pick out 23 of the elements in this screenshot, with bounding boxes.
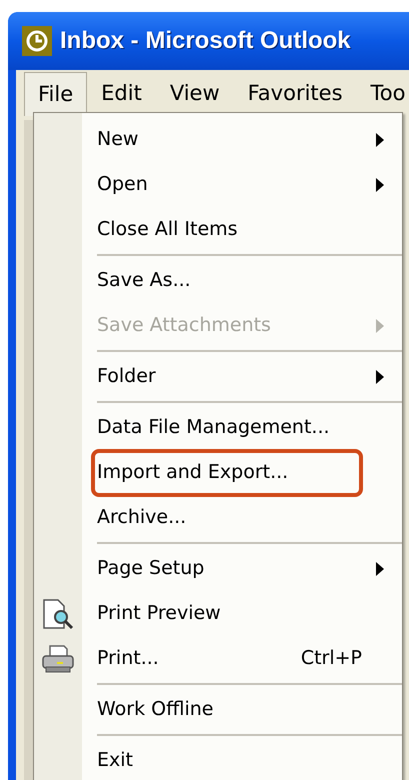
printer-icon bbox=[41, 644, 75, 674]
menu-item[interactable]: Archive... bbox=[34, 495, 402, 540]
menu-item[interactable]: Print Preview bbox=[34, 591, 402, 636]
menu-item[interactable]: Print... Ctrl+P bbox=[34, 636, 402, 681]
menu-item[interactable]: Page Setup bbox=[34, 546, 402, 591]
menu-item[interactable]: Exit bbox=[34, 738, 402, 780]
menu-bar-item[interactable]: File bbox=[24, 72, 88, 116]
menu-item[interactable]: Folder bbox=[34, 354, 402, 399]
menu-item[interactable]: Import and Export... bbox=[34, 450, 402, 495]
outlook-logo-icon bbox=[22, 26, 52, 56]
menu-bar-item[interactable]: View bbox=[156, 72, 234, 116]
menu-item[interactable]: Work Offline bbox=[34, 687, 402, 732]
menu-item[interactable]: Data File Management... bbox=[34, 405, 402, 450]
shortcut-label: Ctrl+P bbox=[300, 646, 362, 672]
menu-bar-item[interactable]: Favorites bbox=[234, 72, 357, 116]
menu-item[interactable]: Close All Items bbox=[34, 207, 402, 252]
menu-bar-item[interactable]: Edit bbox=[87, 72, 156, 116]
menu-item[interactable]: New bbox=[34, 117, 402, 162]
page-magnifier-icon bbox=[41, 598, 75, 630]
window-title: Inbox - Microsoft Outlook bbox=[60, 26, 351, 56]
menu-item[interactable]: Save As... bbox=[34, 258, 402, 303]
menu-bar-item[interactable]: Too bbox=[356, 72, 409, 116]
menu-item[interactable]: Open bbox=[34, 162, 402, 207]
